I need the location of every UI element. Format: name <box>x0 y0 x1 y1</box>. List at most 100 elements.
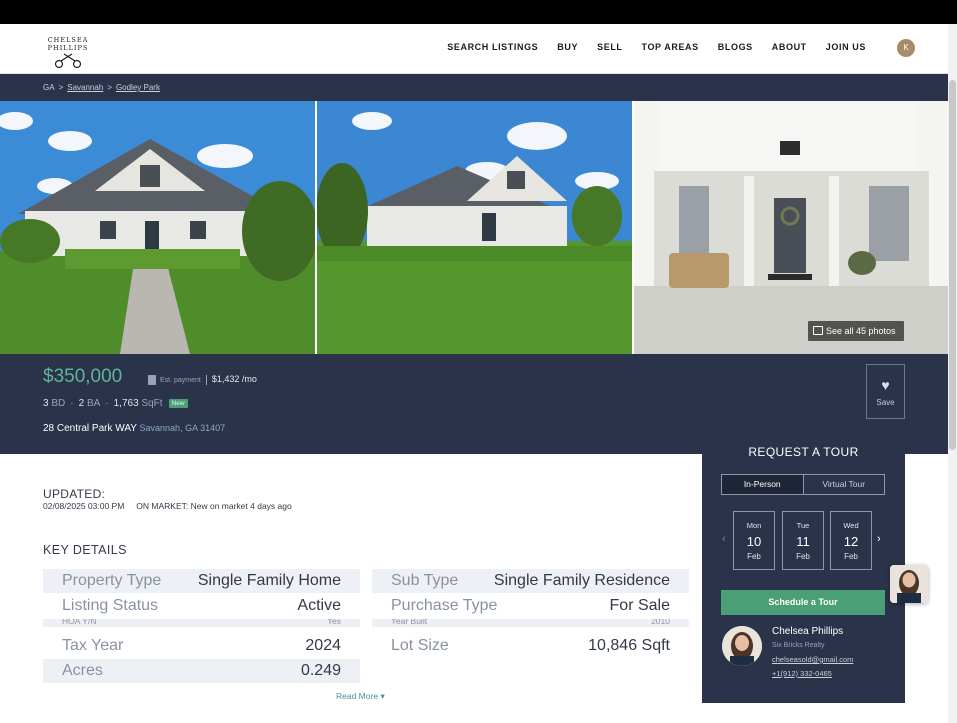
keys-logo-icon <box>54 53 82 69</box>
date-month: Feb <box>796 552 810 561</box>
on-market-text: ON MARKET: New on market 4 days ago <box>136 501 292 511</box>
beds-unit: BD <box>51 398 66 409</box>
city-line[interactable]: Savannah, GA 31407 <box>140 423 226 433</box>
date-month: Feb <box>747 552 761 561</box>
main-nav: SEARCH LISTINGS BUY SELL TOP AREAS BLOGS… <box>447 42 866 52</box>
detail-value: Single Family Residence <box>493 572 670 589</box>
detail-row-hoa: HOA Y/N Yes <box>43 619 360 627</box>
breadcrumb-bar: GA > Savannah > Godley Park <box>0 74 948 101</box>
breadcrumb-separator: > <box>107 83 112 92</box>
estimated-payment[interactable]: Est. payment $1,432 /mo <box>148 374 257 386</box>
updated-details: 02/08/2025 03:00 PM ON MARKET: New on mar… <box>43 501 292 511</box>
listing-photo-front[interactable] <box>0 101 315 354</box>
agent-phone-link[interactable]: +1(912) 332-0465 <box>772 669 832 678</box>
detail-label: HOA Y/N <box>62 619 97 626</box>
browser-top-bar <box>0 0 957 24</box>
read-more-link[interactable]: Read More ▾ <box>336 691 385 702</box>
nav-top-areas[interactable]: TOP AREAS <box>642 42 699 52</box>
detail-label: Lot Size <box>391 637 449 654</box>
nav-buy[interactable]: BUY <box>557 42 578 52</box>
photo-gallery <box>0 101 948 354</box>
request-tour-heading: REQUEST A TOUR <box>748 445 859 459</box>
sqft-unit: SqFt <box>141 398 163 409</box>
detail-value: 2024 <box>305 637 341 654</box>
logo-text: CHELSEA PHILLIPS <box>47 36 89 52</box>
detail-row-lot-size: Lot Size 10,846 Sqft <box>372 634 689 658</box>
detail-row-tax-year: Tax Year 2024 <box>43 634 360 658</box>
caret-down-icon: ▾ <box>380 691 385 701</box>
see-all-photos-label: See all 45 photos <box>826 326 896 336</box>
agent-chat-avatar <box>890 565 928 603</box>
agent-avatar <box>722 626 762 666</box>
save-label: Save <box>876 398 895 407</box>
chevron-left-icon[interactable]: ‹ <box>722 533 726 545</box>
detail-label: Tax Year <box>62 637 124 654</box>
updated-date: 02/08/2025 03:00 PM <box>43 501 125 511</box>
detail-value: Yes <box>327 619 341 626</box>
nav-join-us[interactable]: JOIN US <box>826 42 866 52</box>
tab-in-person[interactable]: In-Person <box>722 475 804 494</box>
beds-count: 3 <box>43 398 49 409</box>
detail-row-year-built: Year Built 2010 <box>372 619 689 627</box>
date-option[interactable]: Tue 11 Feb <box>782 511 824 570</box>
detail-value: 0.249 <box>300 662 341 679</box>
date-dow: Tue <box>796 521 810 530</box>
baths-count: 2 <box>78 398 85 409</box>
date-num: 10 <box>746 534 762 549</box>
breadcrumb-area[interactable]: Godley Park <box>116 83 160 92</box>
date-num: 12 <box>843 534 859 549</box>
detail-row-acres: Acres 0.249 <box>43 659 360 683</box>
nav-about[interactable]: ABOUT <box>772 42 807 52</box>
calculator-icon <box>148 375 156 386</box>
see-all-photos-button[interactable]: See all 45 photos <box>808 321 904 341</box>
detail-label: Property Type <box>62 572 162 589</box>
chevron-right-icon[interactable]: › <box>877 533 881 545</box>
sqft-count: 1,763 <box>113 398 139 409</box>
site-header: CHELSEA PHILLIPS SEARCH LISTINGS BUY SEL… <box>0 24 948 74</box>
page-scrollbar[interactable] <box>948 24 957 723</box>
est-payment-label: Est. payment <box>160 377 201 384</box>
agent-email-link[interactable]: chelseasold@gmail.com <box>772 655 853 664</box>
date-option[interactable]: Wed 12 Feb <box>830 511 872 570</box>
agent-name: Chelsea Phillips <box>772 626 844 637</box>
new-badge: New <box>168 399 188 408</box>
divider <box>205 375 207 386</box>
detail-label: Year Built <box>391 619 428 626</box>
detail-label: Listing Status <box>62 597 159 614</box>
listing-photo-porch[interactable] <box>634 101 948 354</box>
street-address: 28 Central Park WAY <box>43 423 137 434</box>
request-tour-panel: REQUEST A TOUR In-Person Virtual Tour ‹ … <box>702 423 905 703</box>
updated-heading: UPDATED: <box>43 487 106 501</box>
read-more-label: Read More <box>336 691 379 701</box>
detail-value: Active <box>297 597 341 614</box>
breadcrumb-separator: > <box>58 83 64 92</box>
nav-blogs[interactable]: BLOGS <box>718 42 753 52</box>
agent-chat-button[interactable] <box>890 565 928 603</box>
detail-row-property-type: Property Type Single Family Home <box>43 569 360 593</box>
user-avatar[interactable]: K <box>897 39 915 57</box>
detail-label: Sub Type <box>391 572 459 589</box>
breadcrumb-city[interactable]: Savannah <box>67 83 103 92</box>
date-option[interactable]: Mon 10 Feb <box>733 511 775 570</box>
detail-label: Purchase Type <box>391 597 498 614</box>
scrollbar-thumb[interactable] <box>949 80 956 450</box>
date-dow: Mon <box>746 521 762 530</box>
listing-photo-side[interactable] <box>317 101 632 354</box>
separator-dot: · <box>105 398 109 409</box>
tab-virtual-tour[interactable]: Virtual Tour <box>804 475 885 494</box>
key-details-heading: KEY DETAILS <box>43 543 127 557</box>
schedule-tour-button[interactable]: Schedule a Tour <box>721 590 885 615</box>
listing-price: $350,000 <box>43 366 123 387</box>
site-logo[interactable]: CHELSEA PHILLIPS <box>32 36 104 69</box>
detail-row-listing-status: Listing Status Active <box>43 594 360 618</box>
listing-stats: 3 BD · 2 BA · 1,763 SqFt New <box>43 398 188 409</box>
camera-icon <box>813 326 823 335</box>
nav-sell[interactable]: SELL <box>597 42 622 52</box>
detail-value: For Sale <box>609 597 670 614</box>
listing-address: 28 Central Park WAY Savannah, GA 31407 <box>43 423 225 434</box>
date-num: 11 <box>796 534 810 549</box>
breadcrumb-state: GA <box>43 83 55 92</box>
save-button[interactable]: ♥ Save <box>866 364 905 419</box>
agent-company: Six Bricks Realty <box>772 642 825 649</box>
nav-search-listings[interactable]: SEARCH LISTINGS <box>447 42 538 52</box>
